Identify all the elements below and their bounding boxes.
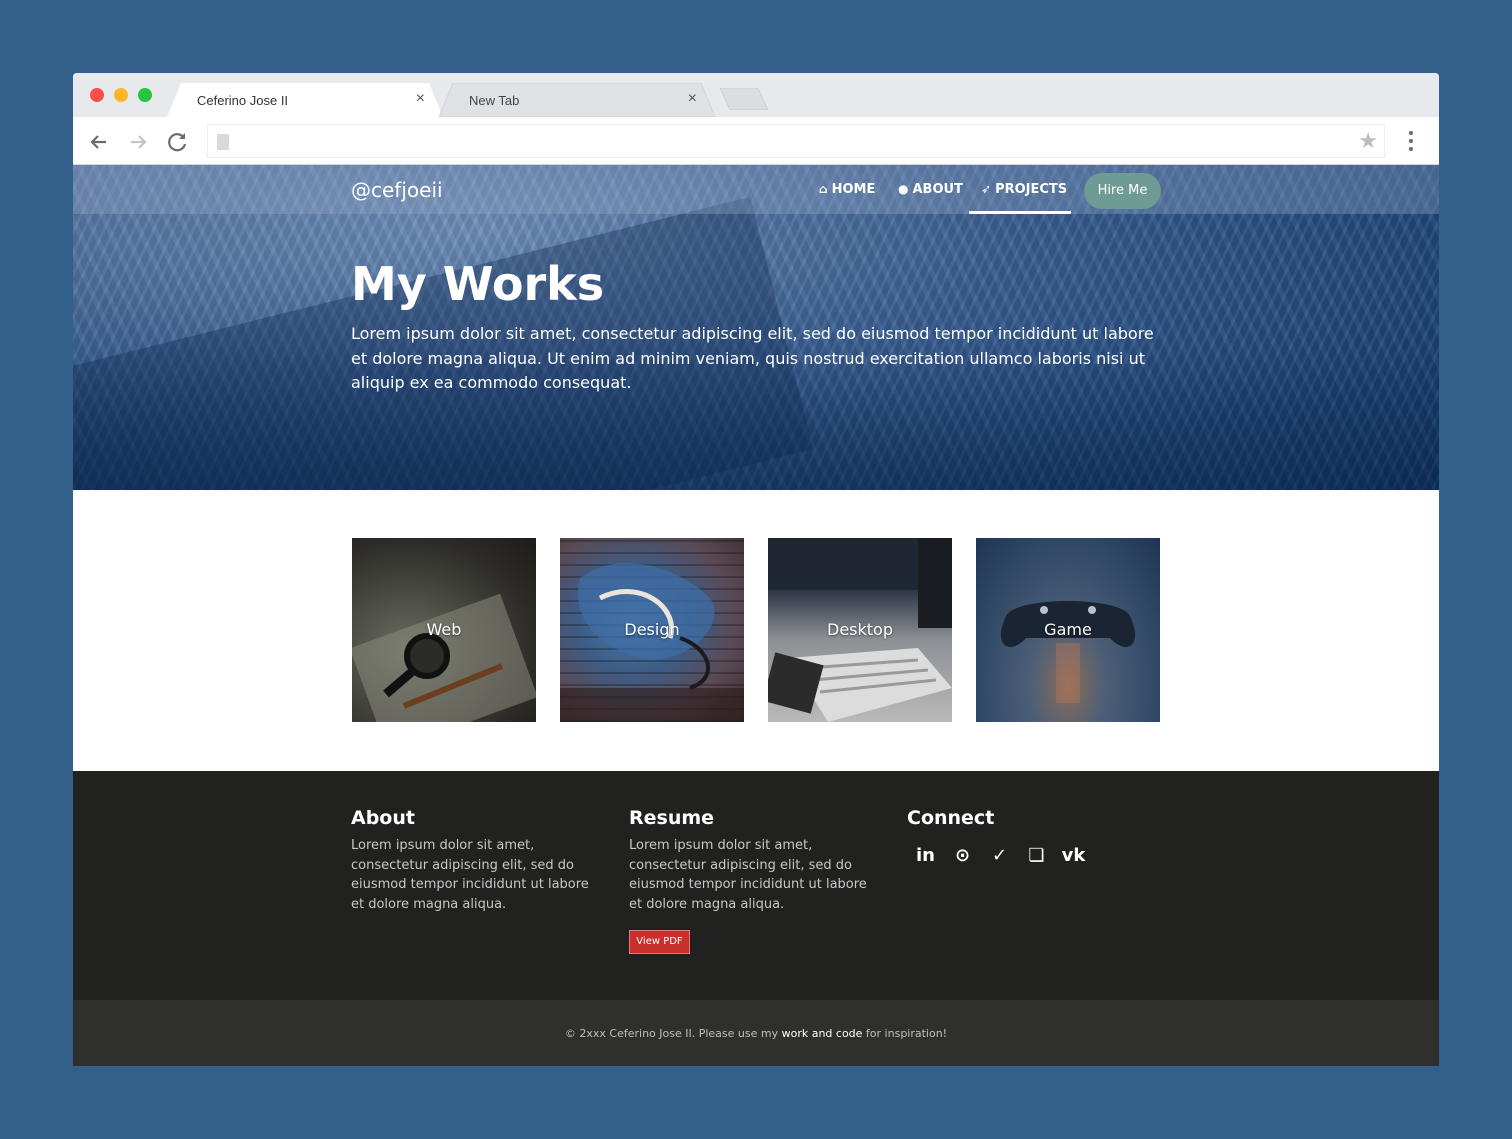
- browser-menu-icon[interactable]: [1405, 131, 1417, 153]
- github-icon[interactable]: ⊙: [944, 845, 981, 867]
- page-icon: [217, 134, 229, 150]
- home-icon: ⌂: [819, 182, 828, 196]
- tab-title: Ceferino Jose II: [197, 93, 289, 108]
- maximize-window-button[interactable]: [138, 88, 152, 102]
- new-tab-button[interactable]: [720, 88, 768, 110]
- active-nav-indicator: [969, 211, 1071, 214]
- web-page: @cefjoeii ⌂ HOME ● ABOUT ➶ PROJECTS Hire Me…: [73, 165, 1439, 1066]
- tab-title: New Tab: [469, 93, 520, 108]
- nav-label: HOME: [831, 182, 876, 197]
- minimize-window-button[interactable]: [114, 88, 128, 102]
- twitter-icon[interactable]: ✓: [981, 845, 1018, 867]
- nav-home[interactable]: ⌂ HOME: [819, 182, 875, 197]
- browser-window: Ceferino Jose II × New Tab × ★ @cefjoeii: [73, 73, 1439, 1066]
- footer-heading: Resume: [629, 807, 715, 829]
- social-links: in ⊙ ✓ ❏ vk: [907, 845, 1092, 867]
- footer-text: Lorem ipsum dolor sit amet, consectetur …: [629, 838, 867, 912]
- nav-projects[interactable]: ➶ PROJECTS: [981, 182, 1067, 197]
- rocket-icon: ➶: [981, 182, 992, 196]
- footer-connect: Connect in ⊙ ✓ ❏ vk: [907, 807, 1159, 866]
- nav-about[interactable]: ● ABOUT: [898, 182, 963, 197]
- linkedin-icon[interactable]: in: [907, 845, 944, 867]
- vk-icon[interactable]: vk: [1055, 845, 1092, 867]
- copyright-text: © 2xxx Ceferino Jose II. Please use my w…: [73, 1027, 1439, 1040]
- tab-ceferino-jose[interactable]: Ceferino Jose II ×: [167, 83, 443, 117]
- site-navbar: @cefjoeii ⌂ HOME ● ABOUT ➶ PROJECTS Hire Me: [73, 165, 1439, 214]
- book-icon[interactable]: ❏: [1018, 845, 1055, 867]
- hero-section: @cefjoeii ⌂ HOME ● ABOUT ➶ PROJECTS Hire Me…: [73, 165, 1439, 490]
- hire-me-button[interactable]: Hire Me: [1084, 173, 1161, 209]
- work-card-game[interactable]: Game: [976, 538, 1160, 722]
- work-card-label: Design: [624, 620, 680, 639]
- reload-icon[interactable]: [165, 129, 191, 155]
- work-card-design[interactable]: Design: [560, 538, 744, 722]
- works-section: Web Design Desktop Game: [73, 490, 1439, 771]
- back-arrow-icon[interactable]: [86, 129, 112, 155]
- view-pdf-button[interactable]: View PDF: [629, 930, 690, 954]
- work-card-web[interactable]: Web: [352, 538, 536, 722]
- hero-description: Lorem ipsum dolor sit amet, consectetur …: [351, 324, 1154, 392]
- work-and-code-link[interactable]: work and code: [782, 1027, 863, 1040]
- work-card-label: Web: [426, 620, 462, 639]
- tab-strip: Ceferino Jose II × New Tab ×: [73, 73, 1439, 117]
- footer-heading: Connect: [907, 807, 995, 829]
- footer-about: About Lorem ipsum dolor sit amet, consec…: [351, 807, 603, 914]
- tab-new-tab[interactable]: New Tab ×: [439, 83, 715, 117]
- copyright-suffix: for inspiration!: [862, 1027, 948, 1040]
- copyright-prefix: © 2xxx Ceferino Jose II. Please use my: [564, 1027, 782, 1040]
- footer-heading: About: [351, 807, 415, 829]
- nav-label: PROJECTS: [995, 182, 1068, 197]
- page-title: My Works: [351, 257, 605, 311]
- close-window-button[interactable]: [90, 88, 104, 102]
- work-card-label: Game: [1044, 620, 1092, 639]
- address-bar[interactable]: ★: [207, 124, 1385, 158]
- bookmark-star-icon[interactable]: ★: [1358, 128, 1378, 154]
- user-icon: ●: [898, 182, 909, 196]
- nav-label: ABOUT: [912, 182, 963, 197]
- work-card-desktop[interactable]: Desktop: [768, 538, 952, 722]
- forward-arrow-icon[interactable]: [125, 129, 151, 155]
- footer-resume: Resume Lorem ipsum dolor sit amet, conse…: [629, 807, 881, 954]
- close-icon[interactable]: ×: [416, 90, 425, 108]
- copyright-bar: © 2xxx Ceferino Jose II. Please use my w…: [73, 1000, 1439, 1066]
- site-footer: About Lorem ipsum dolor sit amet, consec…: [73, 771, 1439, 1000]
- footer-text: Lorem ipsum dolor sit amet, consectetur …: [351, 838, 589, 912]
- close-icon[interactable]: ×: [688, 90, 697, 108]
- browser-toolbar: ★: [73, 117, 1439, 165]
- work-card-label: Desktop: [827, 620, 893, 639]
- site-brand[interactable]: @cefjoeii: [351, 178, 443, 202]
